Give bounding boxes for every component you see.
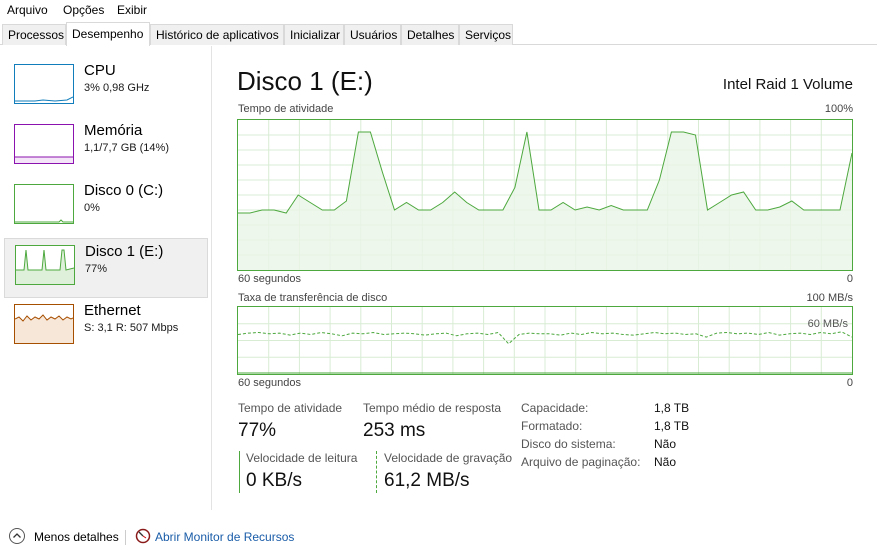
sidebar-item-memoria[interactable]: Memória 1,1/7,7 GB (14%) [4,118,208,178]
sidebar-item-label: Memória [84,122,143,139]
prop-capacity-value: 1,8 TB [654,401,690,415]
disk0-thumbnail-graph [14,184,74,224]
active-time-label: Tempo de atividade [238,401,343,415]
tab-usuarios[interactable]: Usuários [344,24,401,45]
sidebar-item-subtitle: 3% 0,98 GHz [84,82,150,94]
tab-servicos[interactable]: Serviços [459,24,513,45]
tab-processos[interactable]: Processos [2,24,66,45]
activity-graph [237,119,853,271]
transfer-graph-max: 100 MB/s [806,292,853,304]
write-speed-value: 61,2 MB/s [384,470,470,491]
sidebar-item-ethernet[interactable]: Ethernet S: 3,1 R: 507 Mbps [4,298,208,358]
less-details-link[interactable]: Menos detalhes [34,530,119,544]
menu-arquivo[interactable]: Arquivo [7,3,48,17]
tab-historico[interactable]: Histórico de aplicativos [150,24,284,45]
read-speed-label: Velocidade de leitura [246,451,358,465]
transfer-graph-svg [238,307,852,374]
write-speed-legend-line [376,451,377,493]
footer-bar: Menos detalhes Abrir Monitor de Recursos [0,520,877,560]
avg-response-value: 253 ms [363,420,426,441]
sidebar-item-subtitle: S: 3,1 R: 507 Mbps [84,322,178,334]
disk-detail-panel: Disco 1 (E:) Intel Raid 1 Volume Tempo d… [213,46,877,510]
tab-detalhes[interactable]: Detalhes [401,24,459,45]
transfer-graph-time-right: 0 [846,377,853,389]
cpu-thumbnail-graph [14,64,74,104]
activity-graph-time-right: 0 [846,273,853,285]
open-resource-monitor-link[interactable]: Abrir Monitor de Recursos [155,530,294,544]
sidebar-item-disco-0[interactable]: Disco 0 (C:) 0% [4,178,208,238]
read-speed-value: 0 KB/s [246,470,302,491]
sidebar-item-label: Disco 1 (E:) [85,243,164,260]
prop-system-disk-value: Não [654,437,677,451]
receive-value: 507 Mbps [129,322,179,334]
chevron-up-icon[interactable] [9,528,25,544]
page-title: Disco 1 (E:) [237,66,373,96]
send-value: 3,1 [97,322,113,334]
tab-desempenho[interactable]: Desempenho [66,22,150,46]
send-label: S: [84,322,95,334]
transfer-graph-time-left: 60 segundos [238,377,301,389]
sidebar-item-label: Disco 0 (C:) [84,182,164,199]
write-speed-label: Velocidade de gravação [384,451,513,465]
menu-opcoes[interactable]: Opções [63,3,104,17]
active-time-value: 77% [238,420,277,441]
footer-divider [125,530,126,545]
resource-monitor-icon[interactable] [135,528,151,544]
activity-graph-label: Tempo de atividade [238,103,334,115]
disk-model: Intel Raid 1 Volume [722,76,853,93]
sidebar-item-label: CPU [84,62,116,79]
prop-capacity-label: Capacidade: [521,401,589,415]
activity-graph-svg [238,120,852,270]
tab-inicializar[interactable]: Inicializar [284,24,344,45]
memory-thumbnail-graph [14,124,74,164]
sidebar-item-disco-1[interactable]: Disco 1 (E:) 77% [4,238,208,298]
sidebar-item-subtitle: 77% [85,263,108,275]
disk1-thumbnail-graph [15,245,75,285]
sidebar-item-label: Ethernet [84,302,141,319]
performance-sidebar: CPU 3% 0,98 GHz Memória 1,1/7,7 GB (14%)… [0,46,212,510]
menu-exibir[interactable]: Exibir [117,3,147,17]
prop-formatted-value: 1,8 TB [654,419,690,433]
ethernet-thumbnail-graph [14,304,74,344]
transfer-graph: 60 MB/s [237,306,853,375]
prop-system-disk-label: Disco do sistema: [521,437,616,451]
transfer-graph-inner-label: 60 MB/s [807,318,848,330]
sidebar-item-cpu[interactable]: CPU 3% 0,98 GHz [4,58,208,118]
read-speed-legend-line [239,451,240,493]
tab-bar: Processos Desempenho Histórico de aplica… [0,22,877,46]
sidebar-item-subtitle: 0% [84,202,100,214]
prop-formatted-label: Formatado: [521,419,583,433]
prop-pagefile-label: Arquivo de paginação: [521,455,641,469]
sidebar-item-subtitle: 1,1/7,7 GB (14%) [84,142,169,154]
avg-response-label: Tempo médio de resposta [363,401,502,415]
receive-label: R: [115,322,127,334]
transfer-graph-label: Taxa de transferência de disco [238,292,388,304]
prop-pagefile-value: Não [654,455,677,469]
activity-graph-max: 100% [824,103,853,115]
activity-graph-time-left: 60 segundos [238,273,301,285]
menu-bar: Arquivo Opções Exibir [0,0,877,20]
